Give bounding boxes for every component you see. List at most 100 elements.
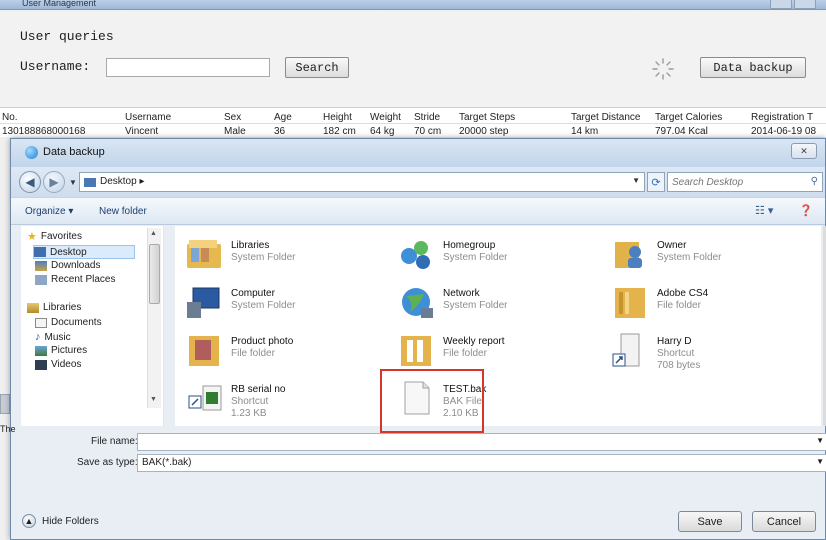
file-name: Harry D — [657, 336, 692, 347]
tree-item-libraries[interactable]: Libraries — [27, 302, 81, 313]
file-item[interactable]: Computer System Folder — [185, 282, 375, 326]
save-button[interactable]: Save — [678, 511, 742, 532]
back-button[interactable]: ◀ — [19, 171, 41, 193]
table-cell[interactable]: 64 kg — [370, 126, 394, 137]
scroll-up-icon[interactable]: ▲ — [150, 230, 157, 237]
file-name: Computer — [231, 288, 275, 299]
arrow-right-icon: ▶ — [49, 175, 59, 189]
address-dropdown-icon[interactable]: ▼ — [632, 176, 640, 185]
left-edge-label: The — [0, 424, 16, 434]
file-item[interactable]: Homegroup System Folder — [397, 234, 587, 278]
hide-folders-toggle[interactable]: ▲ Hide Folders — [22, 514, 99, 528]
view-options-icon[interactable]: ☷ ▾ — [755, 204, 773, 217]
tree-item-videos[interactable]: Videos — [35, 359, 81, 370]
close-button[interactable]: ✕ — [791, 143, 817, 159]
table-cell[interactable]: 2014-06-19 08 — [751, 126, 816, 137]
side-tab[interactable] — [0, 394, 10, 414]
tree-item-downloads[interactable]: Downloads — [35, 260, 100, 271]
file-item[interactable]: Weekly report File folder — [397, 330, 587, 374]
query-title: User queries — [20, 29, 114, 44]
search-button[interactable]: Search — [285, 57, 349, 78]
column-header[interactable]: Weight — [370, 112, 401, 123]
data-backup-dialog: Data backup ✕ ◀ ▶ ▼ Desktop ▸ ▼ ⟳ ⚲ Orga… — [10, 138, 826, 540]
file-item[interactable]: Network System Folder — [397, 282, 587, 326]
dialog-title: Data backup — [43, 146, 105, 158]
help-icon[interactable]: ❓ — [799, 204, 813, 217]
column-header[interactable]: Target Steps — [459, 112, 515, 123]
save-type-label: Save as type: — [77, 457, 138, 468]
loading-spinner-icon — [652, 58, 674, 80]
tree-item-documents[interactable]: Documents — [35, 317, 102, 328]
search-box[interactable]: ⚲ — [667, 172, 823, 192]
minimize-button[interactable] — [770, 0, 792, 9]
file-type: Shortcut — [657, 348, 695, 359]
file-type: System Folder — [231, 300, 296, 311]
address-bar[interactable]: Desktop ▸ ▼ — [79, 172, 645, 192]
selection-highlight — [380, 369, 484, 433]
nav-scroll-thumb[interactable] — [149, 244, 160, 304]
username-input[interactable] — [106, 58, 270, 77]
column-header[interactable]: Height — [323, 112, 352, 123]
desktop-icon — [34, 247, 46, 257]
search-input[interactable] — [672, 175, 802, 189]
user-table: No. Username Sex Age Height Weight Strid… — [0, 107, 826, 137]
table-cell[interactable]: Vincent — [125, 126, 158, 137]
column-header[interactable]: No. — [2, 112, 18, 123]
file-item[interactable]: Product photo File folder — [185, 330, 375, 374]
file-name-input[interactable]: ▼ — [137, 433, 826, 451]
file-item[interactable]: Owner System Folder — [611, 234, 801, 278]
table-cell[interactable]: 20000 step — [459, 126, 509, 137]
tree-item-recent-places[interactable]: Recent Places — [35, 274, 115, 285]
column-header[interactable]: Username — [125, 112, 171, 123]
table-cell[interactable]: 797.04 Kcal — [655, 126, 708, 137]
file-item[interactable]: Adobe CS4 File folder — [611, 282, 801, 326]
file-size: 1.23 KB — [231, 408, 267, 419]
file-item[interactable]: Harry D Shortcut 708 bytes — [611, 330, 801, 374]
column-header[interactable]: Target Calories — [655, 112, 722, 123]
cancel-button[interactable]: Cancel — [752, 511, 816, 532]
new-folder-button[interactable]: New folder — [99, 206, 147, 217]
app-titlebar: User Management — [0, 0, 826, 10]
tree-item-pictures[interactable]: Pictures — [35, 345, 87, 356]
table-cell[interactable]: Male — [224, 126, 246, 137]
breadcrumb-chevron-icon[interactable]: ▸ — [139, 176, 144, 187]
chevron-down-icon[interactable]: ▼ — [816, 436, 824, 445]
organize-menu[interactable]: Organize ▾ — [25, 206, 73, 217]
table-cell[interactable]: 182 cm — [323, 126, 356, 137]
file-item[interactable]: RB serial no Shortcut 1.23 KB — [185, 378, 375, 422]
table-cell[interactable]: 70 cm — [414, 126, 441, 137]
recent-pages-dropdown-icon[interactable]: ▼ — [69, 178, 77, 187]
column-header[interactable]: Registration T — [751, 112, 813, 123]
column-header[interactable]: Sex — [224, 112, 241, 123]
table-cell[interactable]: 14 km — [571, 126, 598, 137]
nav-scrollbar[interactable]: ▲ ▼ — [147, 228, 161, 408]
table-cell[interactable]: 130188868000168 — [2, 126, 85, 137]
column-header[interactable]: Age — [274, 112, 292, 123]
scroll-down-icon[interactable]: ▼ — [150, 396, 157, 403]
column-header[interactable]: Target Distance — [571, 112, 640, 123]
music-icon: ♪ — [35, 331, 41, 343]
tree-label: Desktop — [50, 246, 87, 258]
chevron-down-icon[interactable]: ▼ — [816, 457, 824, 466]
breadcrumb-desktop[interactable]: Desktop — [100, 176, 137, 187]
save-type-select[interactable]: BAK(*.bak) ▼ — [137, 454, 826, 472]
tree-item-desktop[interactable]: Desktop — [33, 245, 135, 259]
data-backup-button[interactable]: Data backup — [700, 57, 806, 78]
desktop-folder-icon — [84, 178, 96, 187]
refresh-button[interactable]: ⟳ — [647, 172, 665, 192]
search-icon[interactable]: ⚲ — [811, 176, 818, 187]
tree-item-favorites[interactable]: ★ Favorites — [27, 230, 82, 243]
maximize-button[interactable] — [794, 0, 816, 9]
forward-button[interactable]: ▶ — [43, 171, 65, 193]
file-name: Network — [443, 288, 480, 299]
column-header[interactable]: Stride — [414, 112, 440, 123]
file-item[interactable]: Libraries System Folder — [185, 234, 375, 278]
table-cell[interactable]: 36 — [274, 126, 285, 137]
videos-icon — [35, 359, 47, 370]
query-panel: User queries Username: Search Data backu… — [0, 11, 826, 107]
file-name: Homegroup — [443, 240, 496, 251]
save-type-row: Save as type: BAK(*.bak) ▼ — [11, 453, 826, 473]
folder-icon — [401, 336, 431, 366]
tree-item-music[interactable]: ♪ Music — [35, 331, 71, 343]
tree-label: Pictures — [51, 345, 88, 356]
